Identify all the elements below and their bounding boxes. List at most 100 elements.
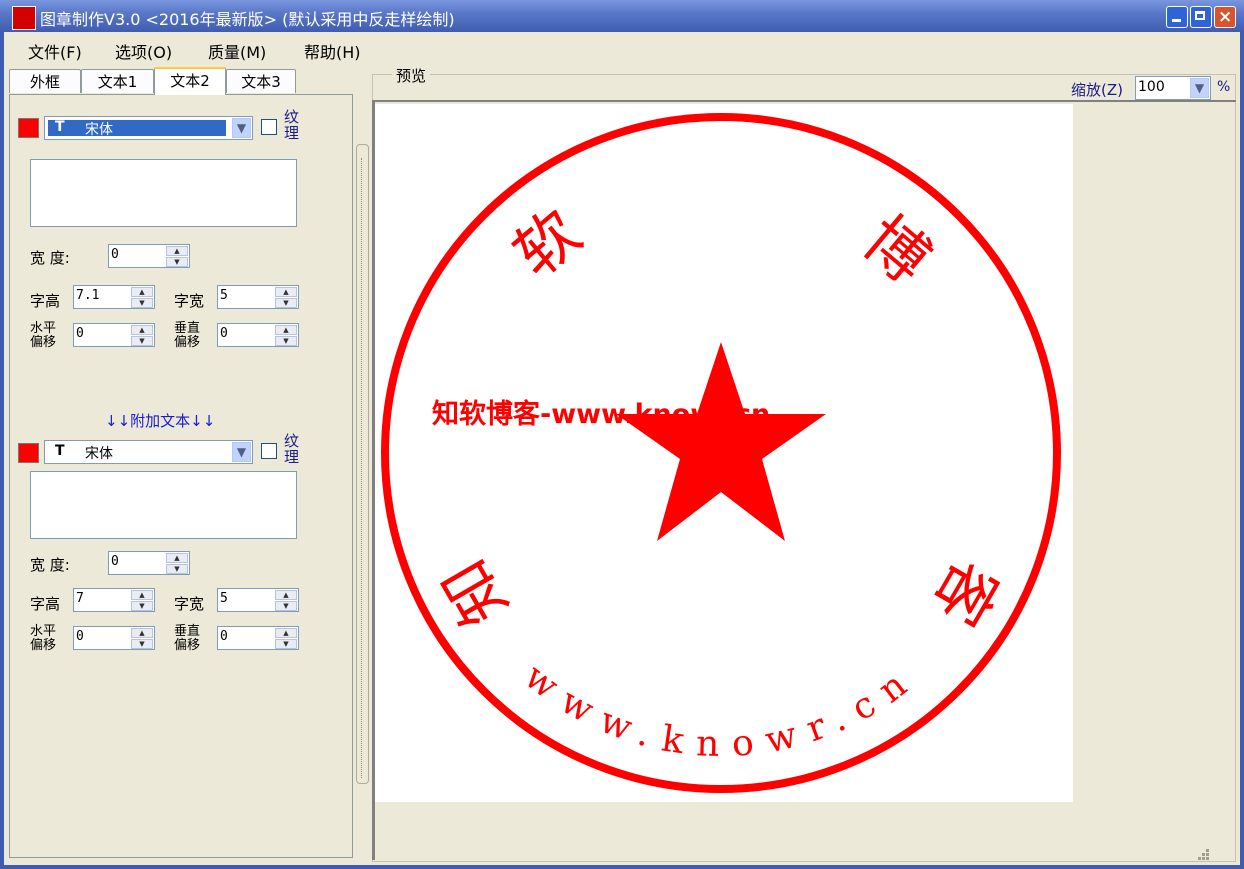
main-char-height-label: 字高 xyxy=(30,292,61,310)
seal-star xyxy=(616,342,826,541)
main-width-spinner[interactable]: 0 ▲ ▼ xyxy=(108,244,190,268)
main-font-select[interactable]: T 宋体 ▼ xyxy=(44,116,253,140)
main-h-offset-label-1: 水平 xyxy=(30,321,57,336)
tab-text3[interactable]: 文本3 xyxy=(226,69,296,93)
spin-down-icon[interactable]: ▼ xyxy=(131,336,153,346)
spin-down-icon[interactable]: ▼ xyxy=(275,601,297,611)
app-logo-icon xyxy=(12,6,36,30)
append-v-offset-label-1: 垂直 xyxy=(174,624,201,639)
spin-up-icon[interactable]: ▲ xyxy=(166,246,188,256)
spin-up-icon[interactable]: ▲ xyxy=(166,553,188,563)
append-h-offset-label-2: 偏移 xyxy=(30,638,57,653)
main-h-offset-spinner[interactable]: 0 ▲ ▼ xyxy=(73,323,155,347)
append-char-width-spinner[interactable]: 5 ▲ ▼ xyxy=(217,588,299,612)
menu-quality[interactable]: 质量(M) xyxy=(208,39,266,63)
append-font-select[interactable]: T 宋体 ▼ xyxy=(44,440,253,464)
minimize-icon xyxy=(1172,19,1181,22)
spin-up-icon[interactable]: ▲ xyxy=(275,628,297,638)
watermark-text: 知软博客-www.knowr.cn xyxy=(432,399,771,430)
tab-frame[interactable]: 外框 xyxy=(9,69,81,93)
main-char-width-label: 字宽 xyxy=(174,292,205,310)
window-title: 图章制作V3.0 <2016年最新版> (默认采用中反走样绘制) xyxy=(40,10,455,29)
main-char-height-spinner[interactable]: 7.1 ▲ ▼ xyxy=(73,285,155,309)
window-frame-left xyxy=(0,32,4,869)
preview-label: 预览 xyxy=(392,65,431,86)
main-v-offset-value: 0 xyxy=(220,326,228,341)
main-width-value: 0 xyxy=(111,247,119,262)
main-char-width-spinner[interactable]: 5 ▲ ▼ xyxy=(217,285,299,309)
append-width-label: 宽 度: xyxy=(30,556,70,574)
seal-char-4: 知 xyxy=(427,548,521,638)
seal-bottom-text: www.knowr.cn xyxy=(517,656,926,765)
append-texture-checkbox[interactable] xyxy=(261,443,277,459)
main-texture-checkbox[interactable] xyxy=(261,119,277,135)
append-texture-label: 纹理 xyxy=(284,432,300,466)
seal-preview: 软 博 客 知 www.knowr.cn xyxy=(381,113,1061,793)
append-v-offset-spinner[interactable]: 0 ▲ ▼ xyxy=(217,626,299,650)
menu-file[interactable]: 文件(F) xyxy=(28,39,82,63)
spin-down-icon[interactable]: ▼ xyxy=(275,336,297,346)
append-v-offset-label-2: 偏移 xyxy=(174,638,201,653)
menu-options[interactable]: 选项(O) xyxy=(115,39,172,63)
preview-border-top xyxy=(372,100,1236,102)
truetype-icon: T xyxy=(55,443,65,459)
close-button[interactable]: × xyxy=(1214,6,1236,28)
append-text-input[interactable] xyxy=(30,471,297,539)
percent-label: % xyxy=(1217,79,1231,95)
main-font-value: 宋体 xyxy=(85,122,113,138)
main-v-offset-label-2: 偏移 xyxy=(174,335,201,350)
spin-down-icon[interactable]: ▼ xyxy=(166,564,188,574)
menu-bar: 文件(F) 选项(O) 质量(M) 帮助(H) xyxy=(4,32,1240,64)
minimize-button[interactable] xyxy=(1166,6,1188,28)
maximize-button[interactable] xyxy=(1190,6,1212,28)
main-v-offset-spinner[interactable]: 0 ▲ ▼ xyxy=(217,323,299,347)
close-icon: × xyxy=(1218,7,1233,27)
append-char-height-label: 字高 xyxy=(30,595,61,613)
spin-up-icon[interactable]: ▲ xyxy=(131,628,153,638)
spin-down-icon[interactable]: ▼ xyxy=(166,257,188,267)
spin-up-icon[interactable]: ▲ xyxy=(275,325,297,335)
truetype-icon: T xyxy=(55,119,65,135)
font-selection-highlight xyxy=(48,120,226,136)
append-h-offset-spinner[interactable]: 0 ▲ ▼ xyxy=(73,626,155,650)
spin-up-icon[interactable]: ▲ xyxy=(275,590,297,600)
append-char-height-value: 7 xyxy=(76,591,84,606)
append-text-label: ↓↓附加文本↓↓ xyxy=(105,412,216,430)
maximize-icon xyxy=(1195,11,1205,20)
append-v-offset-value: 0 xyxy=(220,629,228,644)
append-h-offset-label-1: 水平 xyxy=(30,624,57,639)
seal-bottom-textpath: www.knowr.cn xyxy=(517,656,912,765)
main-color-swatch[interactable] xyxy=(18,118,39,138)
zoom-value: 100 xyxy=(1138,79,1165,95)
chevron-down-icon[interactable]: ▼ xyxy=(232,442,251,462)
resize-grip-icon[interactable] xyxy=(1190,845,1212,863)
zoom-select[interactable]: 100 ▼ xyxy=(1135,76,1211,100)
spin-down-icon[interactable]: ▼ xyxy=(131,298,153,308)
main-width-label: 宽 度: xyxy=(30,249,70,267)
spin-up-icon[interactable]: ▲ xyxy=(131,287,153,297)
spin-down-icon[interactable]: ▼ xyxy=(275,639,297,649)
zoom-label: 缩放(Z) xyxy=(1071,81,1123,99)
spin-up-icon[interactable]: ▲ xyxy=(275,287,297,297)
splitter-grip xyxy=(361,158,365,778)
main-text-input[interactable] xyxy=(30,159,297,227)
spin-up-icon[interactable]: ▲ xyxy=(131,325,153,335)
append-font-value: 宋体 xyxy=(85,446,113,462)
tab-text1[interactable]: 文本1 xyxy=(81,69,154,93)
main-char-width-value: 5 xyxy=(220,288,228,303)
menu-help[interactable]: 帮助(H) xyxy=(304,39,361,63)
chevron-down-icon[interactable]: ▼ xyxy=(1190,78,1209,98)
spin-down-icon[interactable]: ▼ xyxy=(131,639,153,649)
seal-char-2: 博 xyxy=(850,202,944,298)
append-h-offset-value: 0 xyxy=(76,629,84,644)
tab-text2[interactable]: 文本2 xyxy=(154,67,226,95)
append-char-height-spinner[interactable]: 7 ▲ ▼ xyxy=(73,588,155,612)
window-frame-bottom xyxy=(0,865,1244,869)
append-color-swatch[interactable] xyxy=(18,443,39,463)
spin-down-icon[interactable]: ▼ xyxy=(275,298,297,308)
spin-up-icon[interactable]: ▲ xyxy=(131,590,153,600)
spin-down-icon[interactable]: ▼ xyxy=(131,601,153,611)
title-bar[interactable]: 图章制作V3.0 <2016年最新版> (默认采用中反走样绘制) × xyxy=(0,0,1244,32)
chevron-down-icon[interactable]: ▼ xyxy=(232,118,251,138)
append-width-spinner[interactable]: 0 ▲ ▼ xyxy=(108,551,190,575)
